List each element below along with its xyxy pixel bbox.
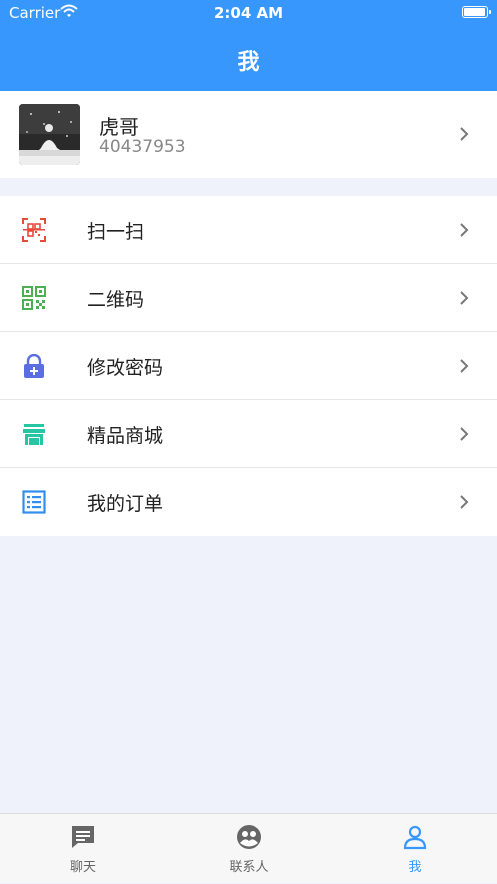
page-title: 我	[237, 50, 260, 75]
avatar	[19, 104, 80, 165]
menu-item-label: 精品商城	[87, 425, 164, 447]
nav-bar: 我	[0, 26, 497, 91]
menu-list: 扫一扫 二维码 修改密码 精品商城 我的订单	[0, 196, 497, 536]
profile-name: 虎哥	[99, 115, 139, 139]
chevron-right-icon	[460, 223, 469, 237]
lock-icon	[24, 354, 44, 378]
menu-item-qrcode[interactable]: 二维码	[0, 264, 497, 332]
menu-item-label: 我的订单	[87, 493, 164, 515]
status-bar: Carrier 2:04 AM	[0, 0, 497, 26]
tab-contacts[interactable]: 联系人	[166, 814, 332, 884]
tab-bar: 聊天 联系人 我	[0, 813, 497, 883]
menu-item-label: 二维码	[87, 289, 145, 311]
contacts-icon	[237, 825, 261, 849]
battery-icon	[462, 6, 491, 18]
menu-item-change-password[interactable]: 修改密码	[0, 332, 497, 400]
scan-icon	[22, 218, 46, 242]
store-icon	[23, 424, 45, 445]
menu-item-label: 修改密码	[87, 357, 164, 379]
menu-item-my-orders[interactable]: 我的订单	[0, 468, 497, 536]
chevron-right-icon	[460, 127, 469, 141]
chevron-right-icon	[460, 359, 469, 373]
order-list-icon	[22, 490, 46, 514]
chat-icon	[72, 826, 94, 848]
tab-chat[interactable]: 聊天	[0, 814, 166, 884]
tab-label: 联系人	[229, 860, 269, 875]
profile-card[interactable]: 虎哥 40437953	[0, 91, 497, 178]
status-time: 2:04 AM	[213, 4, 284, 22]
chevron-right-icon	[460, 427, 469, 441]
menu-item-scan[interactable]: 扫一扫	[0, 196, 497, 264]
tab-label: 聊天	[69, 860, 96, 875]
profile-id: 40437953	[99, 137, 186, 157]
menu-item-label: 扫一扫	[87, 221, 145, 243]
tab-me[interactable]: 我	[332, 814, 497, 884]
tab-label: 我	[408, 860, 422, 875]
chevron-right-icon	[460, 291, 469, 305]
chevron-right-icon	[460, 495, 469, 509]
qrcode-icon	[22, 286, 46, 310]
person-icon	[403, 825, 427, 850]
menu-item-store[interactable]: 精品商城	[0, 400, 497, 468]
